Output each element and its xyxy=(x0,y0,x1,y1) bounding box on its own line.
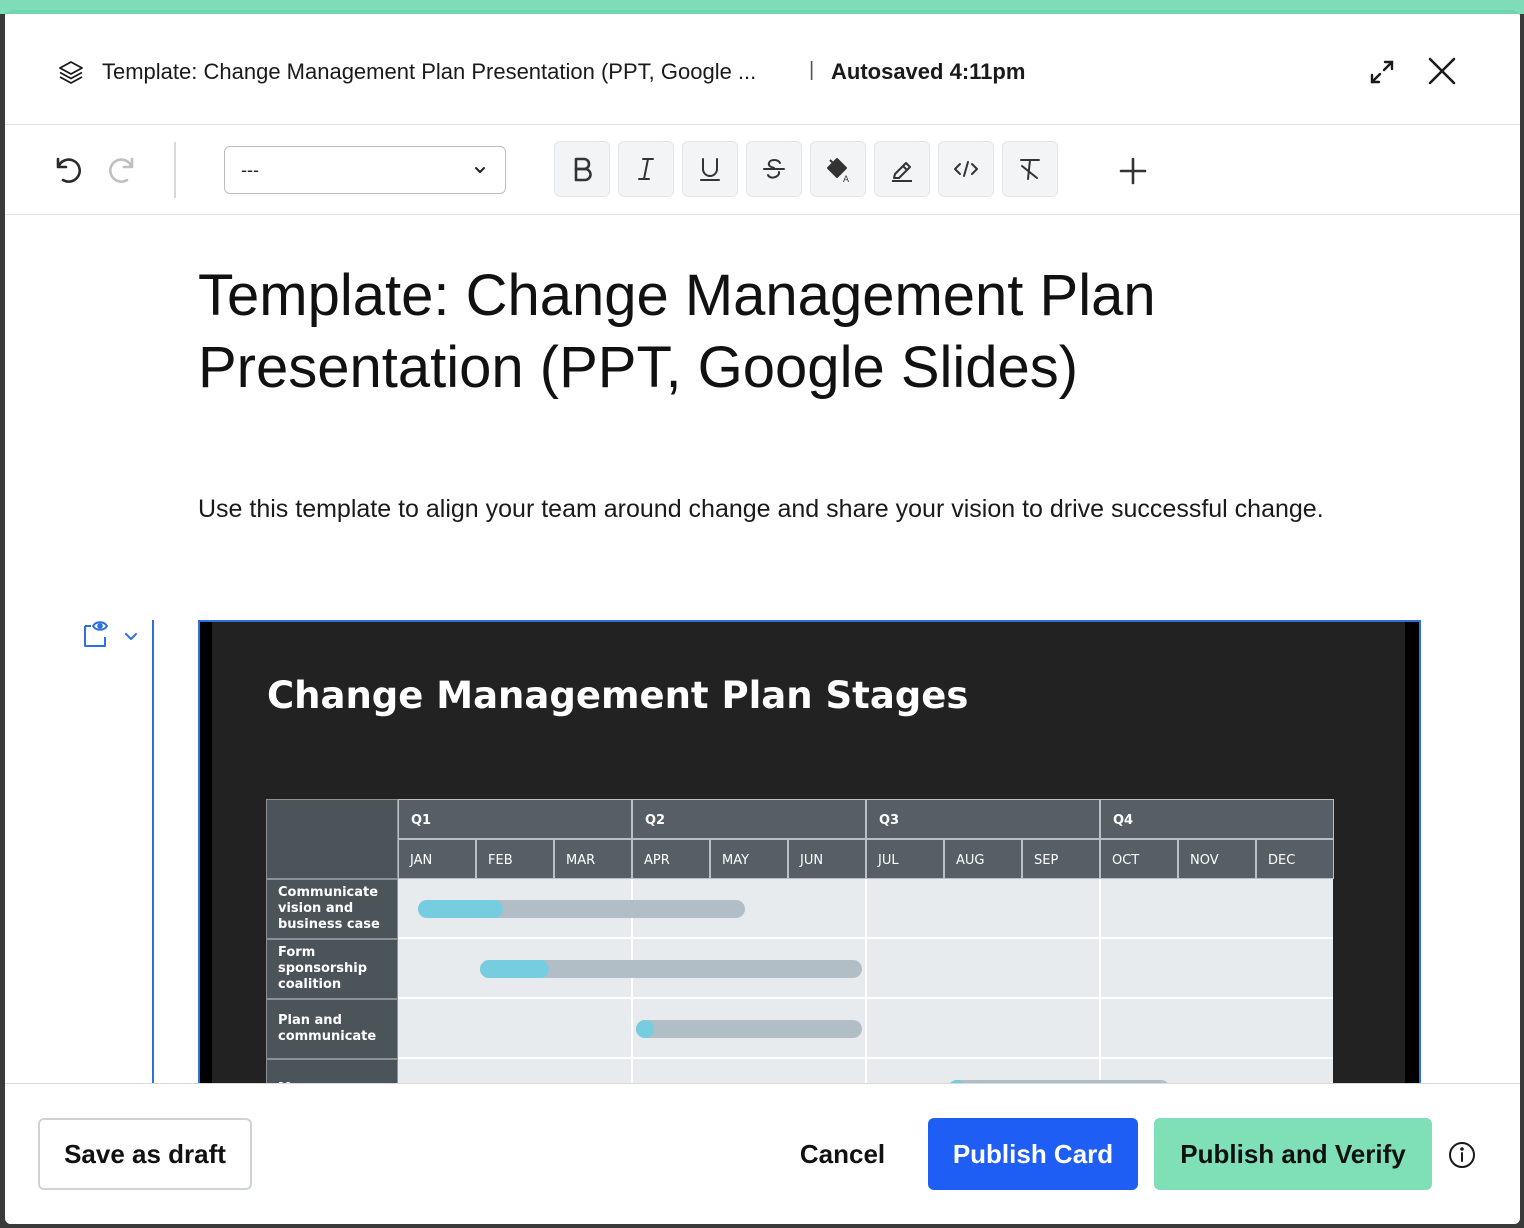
modal-footer: Save as draft Cancel Publish Card Publis… xyxy=(5,1083,1520,1224)
bold-button[interactable] xyxy=(554,141,610,197)
info-icon[interactable] xyxy=(1448,1141,1476,1169)
gantt-task-progress xyxy=(479,960,549,978)
gantt-task-progress xyxy=(417,900,503,918)
gantt-quarter-divider xyxy=(865,879,867,1088)
clear-format-icon xyxy=(1020,159,1040,180)
highlighter-icon xyxy=(892,162,912,182)
gantt-month-header: JAN xyxy=(398,839,476,879)
gantt-quarter-header: Q1 xyxy=(398,799,632,839)
gantt-task-bar xyxy=(635,1020,863,1038)
redo-icon[interactable] xyxy=(105,151,141,187)
modal-header: Template: Change Management Plan Present… xyxy=(5,14,1520,125)
italic-icon xyxy=(638,158,654,180)
underline-icon xyxy=(700,158,720,181)
gantt-task-label: Communicate vision and business case xyxy=(266,879,398,939)
layers-icon xyxy=(59,61,83,84)
visibility-dropdown[interactable] xyxy=(81,620,141,652)
highlight-button[interactable] xyxy=(874,141,930,197)
gantt-task-bar xyxy=(417,900,746,918)
undo-icon[interactable] xyxy=(49,151,85,187)
slide: Change Management Plan Stages Q1 Q2 Q3 Q4 JA… xyxy=(212,622,1405,1088)
gantt-month-header: MAR xyxy=(554,839,632,879)
card-title-breadcrumb: Template: Change Management Plan Present… xyxy=(102,59,757,84)
header-separator: | xyxy=(809,59,815,81)
gantt-quarter-header: Q2 xyxy=(632,799,866,839)
gantt-quarter-header: Q4 xyxy=(1100,799,1334,839)
code-button[interactable] xyxy=(938,141,994,197)
gantt-month-header: OCT xyxy=(1100,839,1178,879)
paint-bucket-icon: A xyxy=(827,158,849,184)
slide-title: Change Management Plan Stages xyxy=(267,674,969,717)
chevron-down-icon xyxy=(125,633,137,640)
gantt-month-header: NOV xyxy=(1178,839,1256,879)
document-description[interactable]: Use this template to align your team aro… xyxy=(198,488,1378,530)
gantt-task-label: Form sponsorship coalition xyxy=(266,939,398,999)
expand-icon[interactable] xyxy=(1367,57,1397,87)
gantt-corner xyxy=(266,799,398,879)
card-editor-modal: Template: Change Management Plan Present… xyxy=(5,10,1520,1224)
plus-icon[interactable] xyxy=(1115,153,1151,189)
gantt-month-header: APR xyxy=(632,839,710,879)
bold-icon xyxy=(574,157,592,182)
autosave-status: Autosaved 4:11pm xyxy=(831,59,1026,84)
gantt-month-header: MAY xyxy=(710,839,788,879)
close-icon[interactable] xyxy=(1425,54,1459,88)
publish-verify-button[interactable]: Publish and Verify xyxy=(1154,1118,1432,1190)
strikethrough-button[interactable] xyxy=(746,141,802,197)
block-style-select[interactable]: --- xyxy=(224,146,506,194)
gantt-task-progress xyxy=(635,1020,654,1038)
selected-block-indicator xyxy=(152,620,154,1085)
svg-text:A: A xyxy=(843,174,849,184)
document-title[interactable]: Template: Change Management Plan Present… xyxy=(198,260,1298,404)
underline-button[interactable] xyxy=(682,141,738,197)
embedded-slide-image[interactable]: Change Management Plan Stages Q1 Q2 Q3 Q4 JA… xyxy=(198,620,1421,1090)
visibility-icon xyxy=(84,621,108,647)
gantt-month-header: JUL xyxy=(866,839,944,879)
clear-formatting-button[interactable] xyxy=(1002,141,1058,197)
strikethrough-icon xyxy=(763,159,785,179)
gantt-month-header: FEB xyxy=(476,839,554,879)
toolbar-divider xyxy=(174,142,176,198)
chevron-down-icon xyxy=(475,167,485,173)
code-icon xyxy=(954,161,978,177)
block-style-value: --- xyxy=(241,160,259,180)
gantt-quarter-header: Q3 xyxy=(866,799,1100,839)
gantt-month-header: AUG xyxy=(944,839,1022,879)
text-color-button[interactable]: A xyxy=(810,141,866,197)
gantt-task-bar xyxy=(479,960,863,978)
italic-button[interactable] xyxy=(618,141,674,197)
publish-card-button[interactable]: Publish Card xyxy=(928,1118,1138,1190)
cancel-button[interactable]: Cancel xyxy=(775,1118,910,1190)
editor-toolbar: --- A xyxy=(5,126,1520,215)
save-draft-button[interactable]: Save as draft xyxy=(38,1118,252,1190)
gantt-month-header: DEC xyxy=(1256,839,1334,879)
gantt-month-header: SEP xyxy=(1022,839,1100,879)
gantt-chart: Q1 Q2 Q3 Q4 JAN FEB MAR APR MAY JUN JUL AUG SEP OCT NO… xyxy=(266,799,1334,1088)
gantt-month-header: JUN xyxy=(788,839,866,879)
gantt-quarter-divider xyxy=(1099,879,1101,1088)
gantt-task-label: Plan and communicate xyxy=(266,999,398,1059)
